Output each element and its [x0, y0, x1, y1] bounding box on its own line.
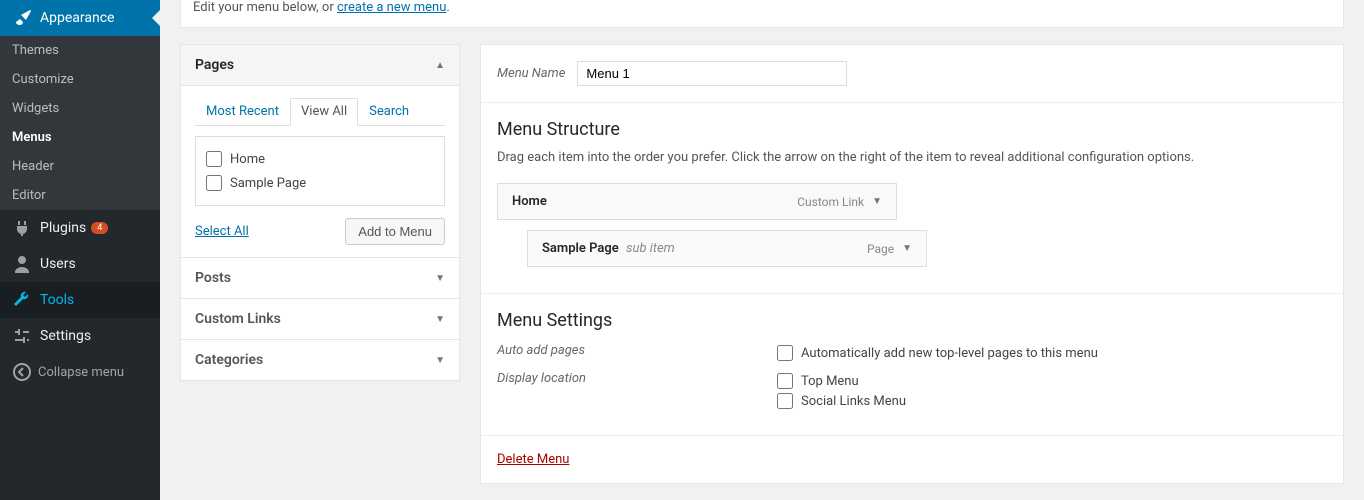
menu-item-home[interactable]: Home Custom Link ▼ — [497, 183, 897, 220]
add-to-menu-button[interactable]: Add to Menu — [345, 218, 445, 245]
structure-heading: Menu Structure — [497, 119, 1327, 140]
submenu-customize[interactable]: Customize — [0, 65, 160, 94]
sidebar-item-appearance[interactable]: Appearance — [0, 0, 160, 36]
custom-links-accordion: Custom Links ▼ — [180, 299, 460, 340]
categories-accordion-header[interactable]: Categories ▼ — [181, 340, 459, 380]
option-label: Top Menu — [801, 374, 859, 389]
social-links-checkbox[interactable]: Social Links Menu — [777, 391, 1327, 411]
settings-heading: Menu Settings — [497, 310, 1327, 331]
page-label: Sample Page — [230, 176, 306, 191]
option-label: Automatically add new top-level pages to… — [801, 346, 1098, 361]
structure-description: Drag each item into the order you prefer… — [497, 150, 1327, 165]
main-content: Edit your menu below, or create a new me… — [160, 0, 1364, 500]
auto-add-row: Auto add pages Automatically add new top… — [497, 343, 1327, 363]
page-list: Home Sample Page — [195, 136, 445, 206]
menu-name-row: Menu Name — [481, 45, 1343, 103]
select-all-link[interactable]: Select All — [195, 224, 249, 239]
checkbox[interactable] — [206, 151, 222, 167]
custom-links-accordion-header[interactable]: Custom Links ▼ — [181, 299, 459, 339]
plug-icon — [12, 218, 32, 238]
categories-title: Categories — [195, 352, 263, 368]
sidebar-item-tools[interactable]: Tools — [0, 282, 160, 318]
menu-item-title: Sample Page sub item — [542, 241, 675, 256]
menu-item-title: Home — [512, 194, 547, 209]
posts-title: Posts — [195, 270, 231, 286]
custom-links-title: Custom Links — [195, 311, 281, 327]
sidebar-label: Settings — [40, 328, 91, 344]
triangle-down-icon: ▼ — [435, 273, 445, 284]
collapse-label: Collapse menu — [38, 365, 124, 380]
sidebar-label: Users — [40, 256, 76, 272]
add-items-column: Pages ▲ Most Recent View All Search Home — [180, 44, 460, 484]
tab-view-all[interactable]: View All — [290, 98, 358, 126]
menu-structure-section: Menu Structure Drag each item into the o… — [481, 103, 1343, 293]
posts-accordion-header[interactable]: Posts ▼ — [181, 258, 459, 298]
sidebar-item-settings[interactable]: Settings — [0, 318, 160, 354]
submenu-menus[interactable]: Menus — [0, 123, 160, 152]
checkbox[interactable] — [777, 345, 793, 361]
submenu-themes[interactable]: Themes — [0, 36, 160, 65]
page-checkbox-sample[interactable]: Sample Page — [206, 171, 434, 195]
sidebar-label: Tools — [40, 292, 74, 308]
top-menu-checkbox[interactable]: Top Menu — [777, 371, 1327, 391]
menu-item-sample-page[interactable]: Sample Page sub item Page ▼ — [527, 230, 927, 267]
submenu-widgets[interactable]: Widgets — [0, 94, 160, 123]
admin-sidebar: Appearance Themes Customize Widgets Menu… — [0, 0, 160, 500]
menu-name-label: Menu Name — [497, 66, 565, 81]
sidebar-item-users[interactable]: Users — [0, 246, 160, 282]
wrench-icon — [12, 290, 32, 310]
categories-accordion: Categories ▼ — [180, 340, 460, 381]
pages-accordion-header[interactable]: Pages ▲ — [181, 45, 459, 86]
submenu-editor[interactable]: Editor — [0, 181, 160, 210]
triangle-down-icon[interactable]: ▼ — [902, 243, 912, 254]
collapse-menu[interactable]: Collapse menu — [0, 354, 160, 390]
menu-edit-panel: Menu Name Menu Structure Drag each item … — [480, 44, 1344, 484]
delete-menu-link[interactable]: Delete Menu — [497, 452, 569, 467]
auto-add-checkbox[interactable]: Automatically add new top-level pages to… — [777, 343, 1327, 363]
tab-most-recent[interactable]: Most Recent — [195, 98, 290, 125]
sidebar-item-plugins[interactable]: Plugins 4 — [0, 210, 160, 246]
auto-add-label: Auto add pages — [497, 343, 777, 363]
intro-text: Edit your menu below, or — [193, 0, 337, 15]
sub-item-label: sub item — [626, 241, 675, 256]
triangle-down-icon: ▼ — [435, 314, 445, 325]
menu-settings-section: Menu Settings Auto add pages Automatical… — [481, 293, 1343, 435]
display-location-label: Display location — [497, 371, 777, 411]
pages-tabs: Most Recent View All Search — [195, 98, 445, 126]
plugins-badge: 4 — [91, 222, 108, 234]
display-location-row: Display location Top Menu Social Links M… — [497, 371, 1327, 411]
tab-search[interactable]: Search — [358, 98, 420, 125]
sidebar-label: Plugins — [40, 220, 86, 236]
menu-name-input[interactable] — [577, 61, 847, 86]
option-label: Social Links Menu — [801, 394, 906, 409]
submenu-header[interactable]: Header — [0, 152, 160, 181]
sidebar-label: Appearance — [40, 10, 114, 26]
page-checkbox-home[interactable]: Home — [206, 147, 434, 171]
pages-accordion: Pages ▲ Most Recent View All Search Home — [180, 44, 460, 258]
intro-bar: Edit your menu below, or create a new me… — [180, 0, 1344, 28]
user-icon — [12, 254, 32, 274]
menu-item-type: Custom Link ▼ — [797, 195, 882, 209]
menu-item-type: Page ▼ — [867, 242, 912, 256]
triangle-down-icon: ▼ — [435, 355, 445, 366]
create-menu-link[interactable]: create a new menu — [337, 0, 446, 15]
intro-suffix: . — [446, 0, 449, 15]
collapse-icon — [12, 362, 32, 382]
page-label: Home — [230, 152, 265, 167]
appearance-submenu: Themes Customize Widgets Menus Header Ed… — [0, 36, 160, 210]
posts-accordion: Posts ▼ — [180, 258, 460, 299]
pages-title: Pages — [195, 57, 234, 73]
delete-section: Delete Menu — [481, 435, 1343, 483]
triangle-down-icon[interactable]: ▼ — [872, 196, 882, 207]
triangle-up-icon: ▲ — [435, 60, 445, 71]
sliders-icon — [12, 326, 32, 346]
checkbox[interactable] — [206, 175, 222, 191]
checkbox[interactable] — [777, 373, 793, 389]
checkbox[interactable] — [777, 393, 793, 409]
brush-icon — [12, 8, 32, 28]
